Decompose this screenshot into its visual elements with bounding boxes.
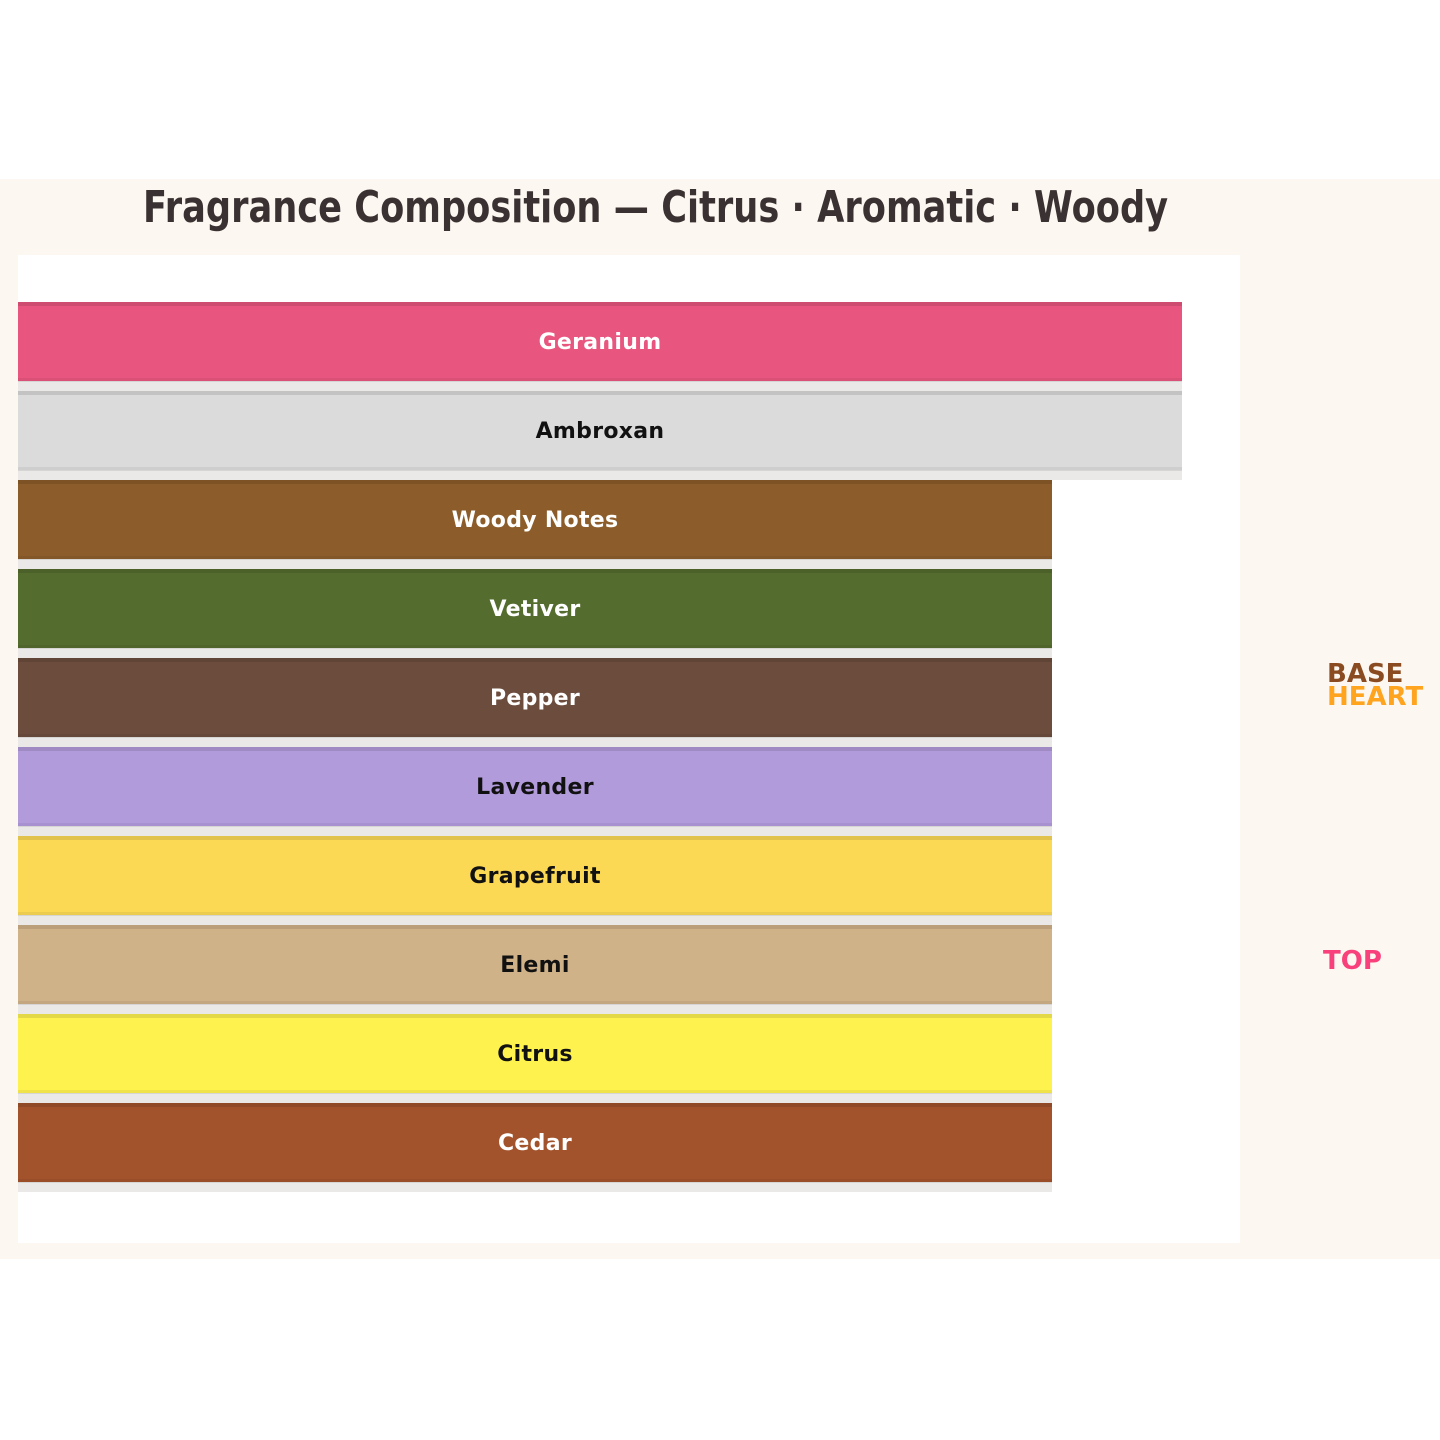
bar-label: Cedar [498, 1131, 572, 1156]
bar-row: Lavender [18, 747, 1052, 836]
legend-label-top: TOP [1323, 948, 1382, 974]
chart-title: Fragrance Composition — Citrus · Aromati… [143, 186, 1168, 230]
bar-row: Geranium [18, 302, 1182, 391]
bar-shadow-track [18, 737, 1052, 747]
bar-shadow-track [18, 915, 1052, 925]
bar-row: Vetiver [18, 569, 1052, 658]
bar-lavender: Lavender [18, 747, 1052, 826]
bar-grapefruit: Grapefruit [18, 836, 1052, 915]
bar-shadow-track [18, 1004, 1052, 1014]
bar-shadow-track [18, 381, 1182, 391]
bar-label: Ambroxan [536, 419, 665, 444]
bar-pepper: Pepper [18, 658, 1052, 737]
bar-label: Lavender [476, 775, 594, 800]
bar-elemi: Elemi [18, 925, 1052, 1004]
bar-label: Geranium [539, 330, 662, 355]
bar-label: Grapefruit [469, 864, 601, 889]
bar-row: Ambroxan [18, 391, 1182, 480]
bar-label: Elemi [500, 953, 569, 978]
bar-woody-notes: Woody Notes [18, 480, 1052, 559]
bar-citrus: Citrus [18, 1014, 1052, 1093]
bar-ambroxan: Ambroxan [18, 391, 1182, 470]
bar-geranium: Geranium [18, 302, 1182, 381]
bar-row: Cedar [18, 1103, 1052, 1192]
page: Fragrance Composition — Citrus · Aromati… [0, 0, 1440, 1440]
bar-label: Citrus [497, 1042, 573, 1067]
legend-label-heart: HEART [1327, 684, 1423, 710]
bar-row: Grapefruit [18, 836, 1052, 925]
bar-shadow-track [18, 826, 1052, 836]
bar-label: Pepper [490, 686, 580, 711]
bar-label: Woody Notes [452, 508, 619, 533]
bar-row: Pepper [18, 658, 1052, 747]
bar-row: Woody Notes [18, 480, 1052, 569]
chart-panel: Geranium Ambroxan Woody Notes Vetiver Pe… [18, 255, 1240, 1243]
bar-shadow-track [18, 648, 1052, 658]
bar-row: Elemi [18, 925, 1052, 1014]
bar-row: Citrus [18, 1014, 1052, 1103]
bar-shadow-track [18, 470, 1182, 480]
bar-shadow-track [18, 1093, 1052, 1103]
bar-shadow-track [18, 559, 1052, 569]
bar-label: Vetiver [489, 597, 580, 622]
bar-vetiver: Vetiver [18, 569, 1052, 648]
bar-cedar: Cedar [18, 1103, 1052, 1182]
bar-shadow-track [18, 1182, 1052, 1192]
